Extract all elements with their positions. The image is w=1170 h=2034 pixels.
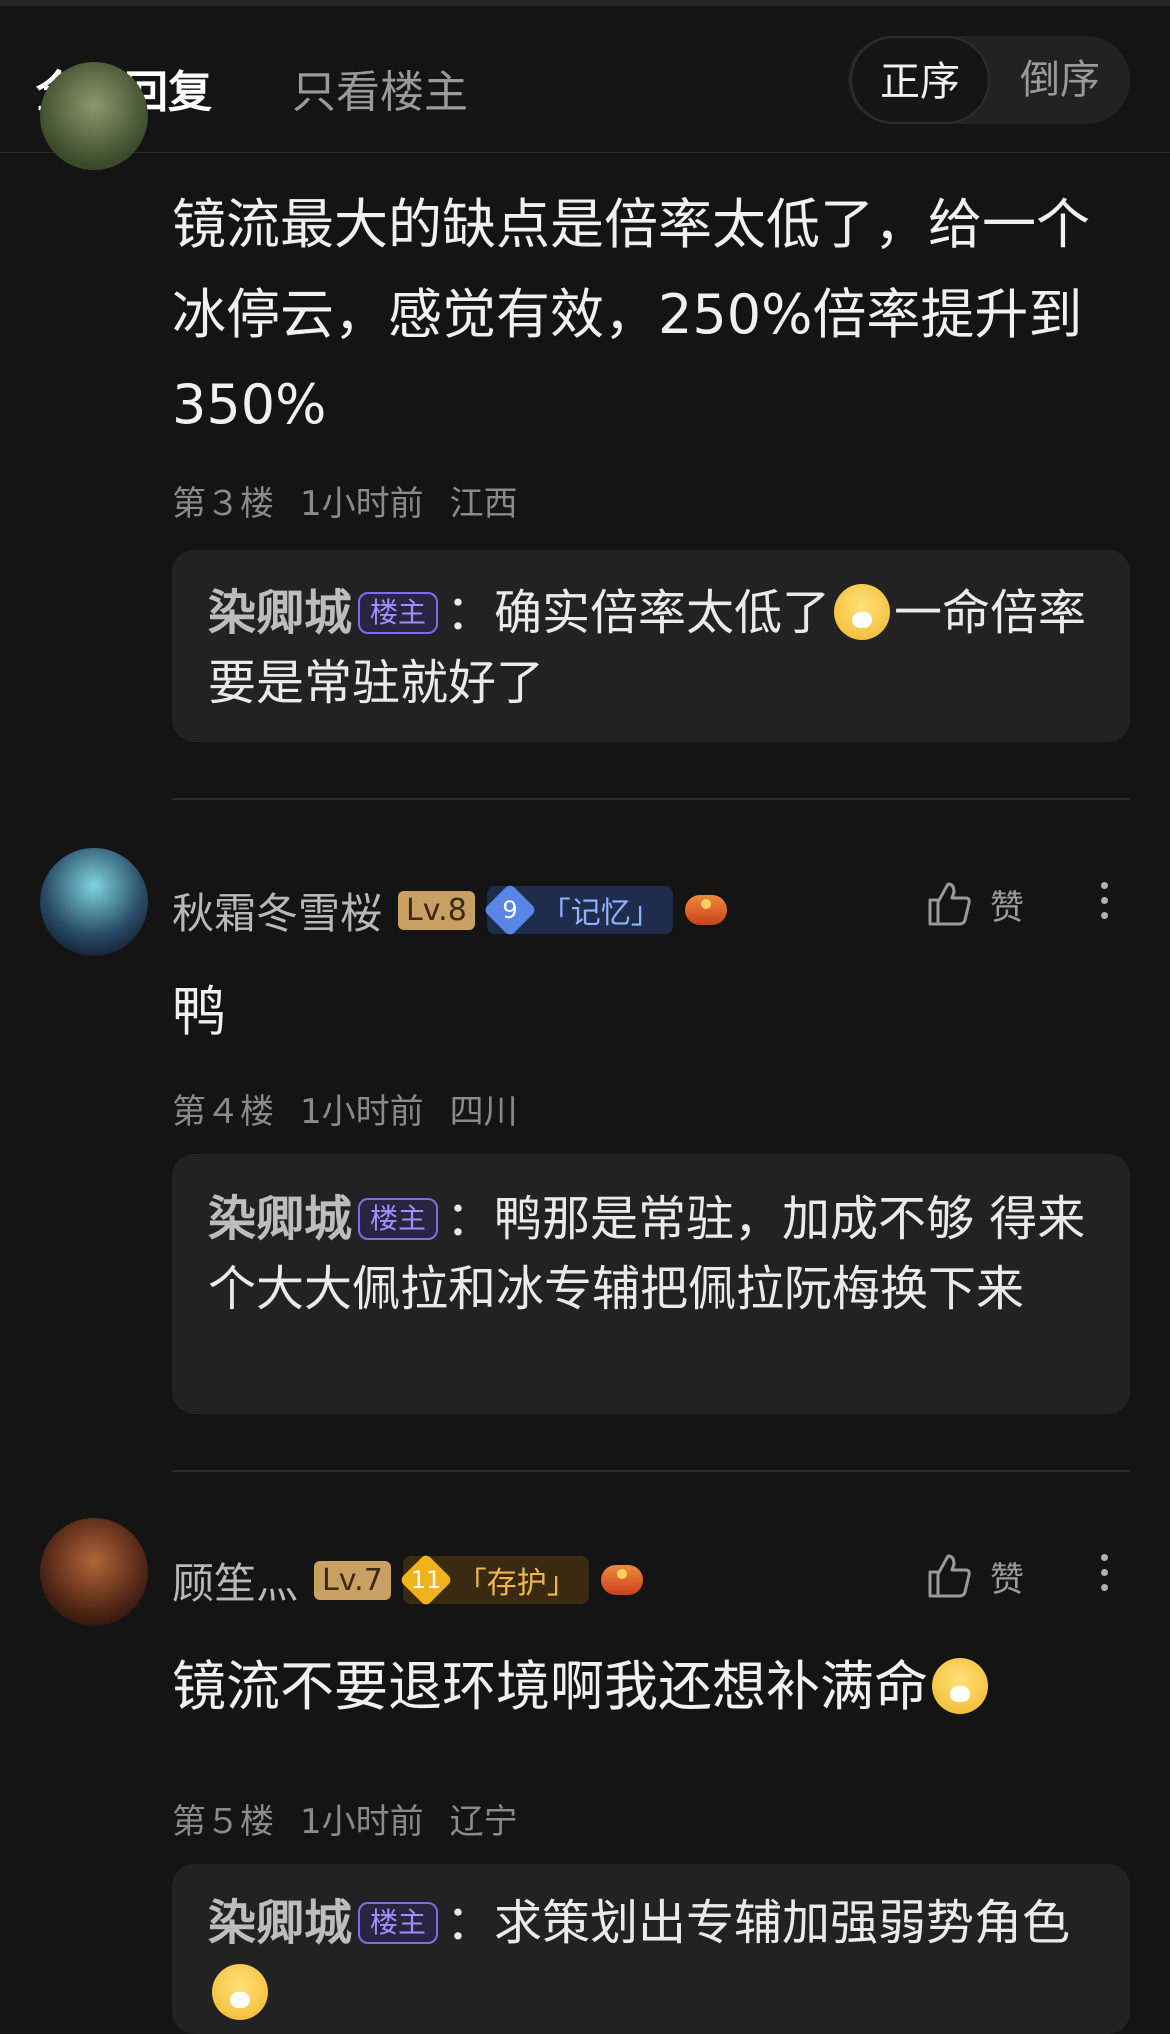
post-time: 1小时前 bbox=[300, 484, 424, 524]
sort-ascending-button[interactable]: 正序 bbox=[850, 36, 990, 124]
reply-filter-bar: 全部回复 只看楼主 正序 倒序 bbox=[0, 6, 1170, 153]
tab-op-only[interactable]: 只看楼主 bbox=[292, 56, 468, 120]
floor-number: 第４楼 bbox=[172, 1092, 274, 1132]
floor-number: 第３楼 bbox=[172, 484, 274, 524]
crying-emoji-icon bbox=[932, 1658, 988, 1715]
path-badge: 9 「记忆」 bbox=[482, 883, 673, 937]
floor-number: 第５楼 bbox=[172, 1802, 274, 1842]
path-badge: 11 「存护」 bbox=[398, 1553, 589, 1607]
post-location: 辽宁 bbox=[449, 1802, 518, 1842]
op-badge: 楼主 bbox=[358, 592, 439, 634]
more-options-icon[interactable] bbox=[1092, 874, 1116, 934]
path-name: 「存护」 bbox=[456, 1566, 577, 1601]
thumbs-up-icon bbox=[928, 1554, 971, 1598]
more-options-icon[interactable] bbox=[1092, 1546, 1116, 1606]
reply-author[interactable]: 染卿城 bbox=[208, 585, 352, 641]
gem-icon: 9 bbox=[482, 883, 537, 937]
like-label: 赞 bbox=[990, 1559, 1024, 1600]
user-info-row: 秋霜冬雪桜 Lv.8 9 「记忆」 bbox=[172, 880, 727, 940]
user-info-row: 顾笙灬 Lv.7 11 「存护」 bbox=[172, 1550, 643, 1610]
reply-text: ：求策划出专辅加强弱势角色 bbox=[446, 1895, 1071, 1951]
reply-text: ：确实倍率太低了 bbox=[446, 585, 831, 641]
thumbs-up-icon bbox=[928, 882, 971, 926]
post-meta: 第５楼 1小时前 辽宁 bbox=[172, 1794, 544, 1843]
reply-box[interactable]: 染卿城 楼主 ：求策划出专辅加强弱势角色 bbox=[172, 1864, 1130, 2034]
reply-box[interactable]: 染卿城 楼主 ：确实倍率太低了 一命倍率要是常驻就好了 bbox=[172, 550, 1130, 742]
post-content: 镜流最大的缺点是倍率太低了，给一个冰停云，感觉有效，250%倍率提升到350% bbox=[172, 193, 1090, 436]
like-label: 赞 bbox=[990, 887, 1024, 928]
op-badge: 楼主 bbox=[358, 1902, 439, 1944]
op-badge: 楼主 bbox=[358, 1198, 439, 1240]
path-level: 9 bbox=[502, 896, 518, 924]
post-meta: 第４楼 1小时前 四川 bbox=[172, 1084, 544, 1133]
game-controller-icon bbox=[684, 895, 727, 925]
crying-emoji-icon bbox=[212, 1964, 268, 2020]
username[interactable]: 顾笙灬 bbox=[172, 1550, 298, 1611]
avatar[interactable] bbox=[40, 848, 148, 956]
game-controller-icon bbox=[600, 1565, 643, 1595]
reply-author[interactable]: 染卿城 bbox=[208, 1191, 352, 1247]
level-badge: Lv.7 bbox=[314, 1560, 391, 1600]
post-location: 江西 bbox=[449, 484, 518, 524]
reply-author[interactable]: 染卿城 bbox=[208, 1895, 352, 1951]
username[interactable]: 秋霜冬雪桜 bbox=[172, 880, 382, 941]
gem-icon: 11 bbox=[398, 1553, 453, 1607]
post-content: 鸭 bbox=[172, 980, 226, 1043]
path-name: 「记忆」 bbox=[540, 896, 661, 931]
divider bbox=[172, 1470, 1130, 1472]
avatar[interactable] bbox=[40, 62, 148, 170]
post-time: 1小时前 bbox=[300, 1802, 424, 1842]
avatar[interactable] bbox=[40, 1518, 148, 1626]
post-meta: 第３楼 1小时前 江西 bbox=[172, 476, 544, 525]
sort-toggle: 正序 倒序 bbox=[848, 36, 1130, 124]
post-time: 1小时前 bbox=[300, 1092, 424, 1132]
post-text: 镜流不要退环境啊我还想补满命 bbox=[172, 1655, 928, 1718]
level-badge: Lv.8 bbox=[398, 890, 475, 930]
post-content: 镜流不要退环境啊我还想补满命 bbox=[172, 1650, 1112, 1724]
like-button[interactable]: 赞 bbox=[926, 874, 1024, 934]
reply-box[interactable]: 染卿城 楼主 ：鸭那是常驻，加成不够 得来个大大佩拉和冰专辅把佩拉阮梅换下来 bbox=[172, 1154, 1130, 1414]
crying-emoji-icon bbox=[834, 584, 891, 640]
sort-descending-button[interactable]: 倒序 bbox=[990, 36, 1130, 124]
post-location: 四川 bbox=[449, 1092, 518, 1132]
like-button[interactable]: 赞 bbox=[926, 1546, 1024, 1606]
divider bbox=[172, 798, 1130, 800]
path-level: 11 bbox=[410, 1566, 442, 1594]
